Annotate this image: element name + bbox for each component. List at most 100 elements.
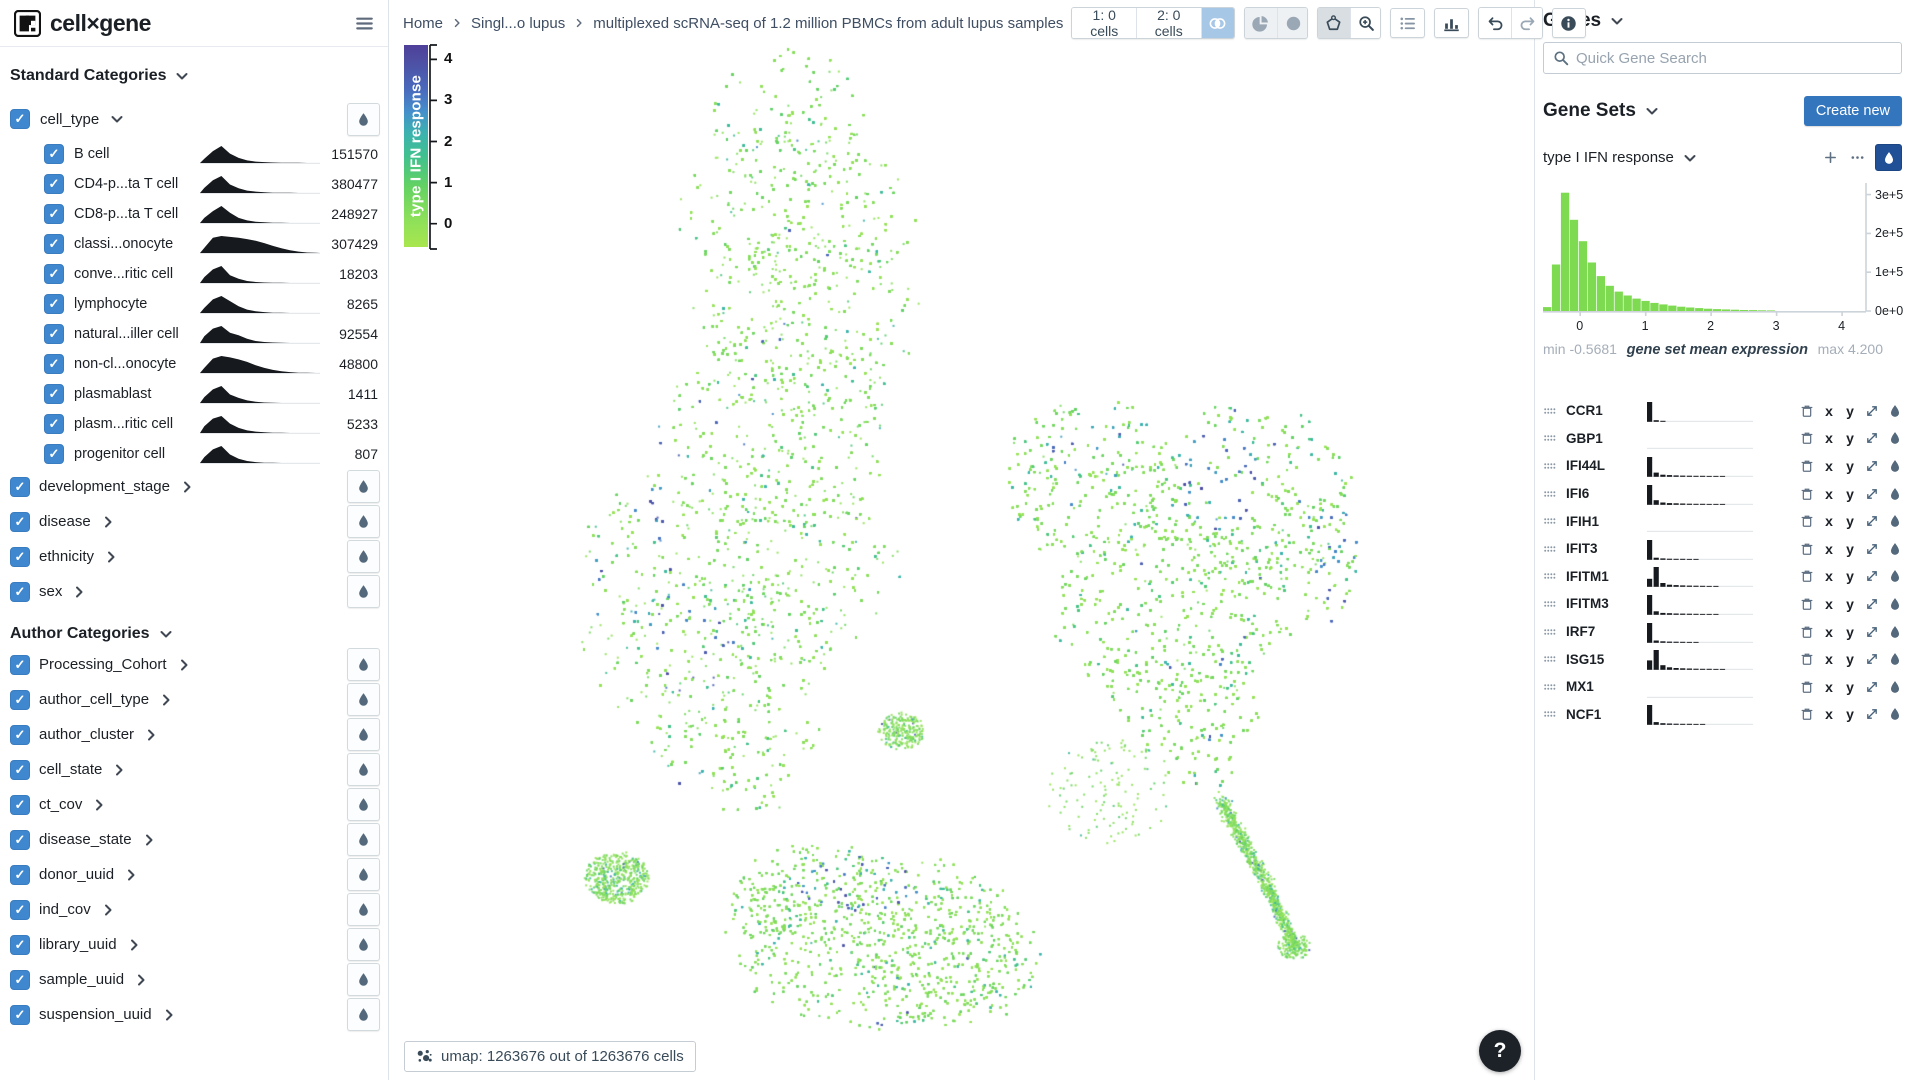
delete-gene-icon[interactable]	[1800, 459, 1814, 473]
colorby-gene-icon[interactable]	[1888, 404, 1902, 418]
expand-gene-icon[interactable]	[1865, 680, 1879, 694]
plot-x-button[interactable]: x	[1823, 430, 1835, 446]
colorby-category-button[interactable]	[347, 998, 380, 1031]
cell-type-checkbox[interactable]	[10, 109, 30, 129]
plot-x-button[interactable]: x	[1823, 568, 1835, 584]
delete-gene-icon[interactable]	[1800, 404, 1814, 418]
checkbox[interactable]	[44, 354, 64, 374]
colorby-gene-icon[interactable]	[1888, 597, 1902, 611]
colorby-category-button[interactable]	[347, 753, 380, 786]
colorby-cell-type-button[interactable]	[347, 103, 380, 136]
create-geneset-button[interactable]: Create new	[1804, 96, 1902, 126]
expand-gene-icon[interactable]	[1865, 625, 1879, 639]
checkbox[interactable]	[10, 582, 30, 602]
cell-type-value-label[interactable]: plasm...ritic cell	[74, 416, 190, 432]
chevron-right-icon[interactable]	[176, 657, 192, 673]
checkbox[interactable]	[10, 830, 30, 850]
checkbox[interactable]	[10, 725, 30, 745]
chevron-right-icon[interactable]	[179, 479, 195, 495]
plot-y-button[interactable]: y	[1844, 679, 1856, 695]
drag-handle-icon[interactable]	[1543, 625, 1557, 639]
delete-gene-icon[interactable]	[1800, 652, 1814, 666]
checkbox[interactable]	[10, 865, 30, 885]
checkbox[interactable]	[10, 477, 30, 497]
chevron-right-icon[interactable]	[71, 584, 87, 600]
delete-gene-icon[interactable]	[1800, 569, 1814, 583]
plot-x-button[interactable]: x	[1823, 596, 1835, 612]
selection-2-button[interactable]: 2: 0 cells	[1136, 8, 1201, 38]
category-label[interactable]: suspension_uuid	[39, 1006, 152, 1023]
geneset-name[interactable]: type I IFN response	[1543, 149, 1674, 166]
chevron-right-icon[interactable]	[126, 937, 142, 953]
plot-x-button[interactable]: x	[1823, 486, 1835, 502]
checkbox[interactable]	[44, 264, 64, 284]
checkbox[interactable]	[10, 760, 30, 780]
gene-name[interactable]: NCF1	[1566, 707, 1638, 722]
chart-options-button[interactable]	[1434, 8, 1469, 38]
checkbox[interactable]	[44, 144, 64, 164]
drag-handle-icon[interactable]	[1543, 652, 1557, 666]
drag-handle-icon[interactable]	[1543, 597, 1557, 611]
plot-x-button[interactable]: x	[1823, 541, 1835, 557]
plot-x-button[interactable]: x	[1823, 679, 1835, 695]
expand-gene-icon[interactable]	[1865, 569, 1879, 583]
drag-handle-icon[interactable]	[1543, 680, 1557, 694]
gene-search-input[interactable]	[1576, 50, 1892, 67]
cell-type-value-label[interactable]: non-cl...onocyte	[74, 356, 190, 372]
expand-gene-icon[interactable]	[1865, 542, 1879, 556]
drag-handle-icon[interactable]	[1543, 542, 1557, 556]
add-gene-to-set-button[interactable]	[1821, 148, 1840, 167]
colorby-gene-icon[interactable]	[1888, 625, 1902, 639]
gene-name[interactable]: MX1	[1566, 679, 1638, 694]
delete-gene-icon[interactable]	[1800, 597, 1814, 611]
plot-y-button[interactable]: y	[1844, 458, 1856, 474]
category-label[interactable]: ind_cov	[39, 901, 91, 918]
delete-gene-icon[interactable]	[1800, 431, 1814, 445]
chevron-right-icon[interactable]	[143, 727, 159, 743]
checkbox[interactable]	[10, 900, 30, 920]
expand-gene-icon[interactable]	[1865, 514, 1879, 528]
chevron-right-icon[interactable]	[161, 1007, 177, 1023]
chevron-right-icon[interactable]	[123, 867, 139, 883]
colorby-gene-icon[interactable]	[1888, 431, 1902, 445]
category-label[interactable]: donor_uuid	[39, 866, 114, 883]
cell-type-value-label[interactable]: natural...iller cell	[74, 326, 190, 342]
cell-type-value-label[interactable]: CD8-p...ta T cell	[74, 206, 190, 222]
gene-name[interactable]: IFI44L	[1566, 458, 1638, 473]
show-labels-button[interactable]	[1390, 8, 1425, 38]
plot-x-button[interactable]: x	[1823, 624, 1835, 640]
gene-name[interactable]: IFIT3	[1566, 541, 1638, 556]
hamburger-menu-button[interactable]	[355, 14, 374, 33]
colorby-gene-icon[interactable]	[1888, 542, 1902, 556]
colorby-category-button[interactable]	[347, 718, 380, 751]
help-button[interactable]: ?	[1479, 1030, 1521, 1072]
category-label[interactable]: Processing_Cohort	[39, 656, 167, 673]
plot-y-button[interactable]: y	[1844, 568, 1856, 584]
category-label[interactable]: cell_state	[39, 761, 102, 778]
standard-categories-header[interactable]: Standard Categories	[10, 67, 380, 85]
checkbox[interactable]	[44, 294, 64, 314]
checkbox[interactable]	[44, 324, 64, 344]
cell-type-value-label[interactable]: lymphocyte	[74, 296, 190, 312]
chevron-right-icon[interactable]	[103, 549, 119, 565]
plot-x-button[interactable]: x	[1823, 458, 1835, 474]
cell-type-value-label[interactable]: classi...onocyte	[74, 236, 190, 252]
gene-name[interactable]: IFITM3	[1566, 596, 1638, 611]
checkbox[interactable]	[44, 234, 64, 254]
umap-plot[interactable]	[389, 0, 1534, 1080]
expand-gene-icon[interactable]	[1865, 707, 1879, 721]
category-label[interactable]: sex	[39, 583, 62, 600]
lasso-select-button[interactable]	[1318, 8, 1350, 38]
zoom-pan-button[interactable]	[1350, 8, 1381, 38]
undo-button[interactable]	[1479, 8, 1511, 38]
checkbox[interactable]	[44, 414, 64, 434]
colorby-category-button[interactable]	[347, 893, 380, 926]
geneset-histogram-plot[interactable]	[1543, 183, 1873, 317]
category-label[interactable]: ct_cov	[39, 796, 82, 813]
genes-header[interactable]: Genes	[1543, 10, 1902, 32]
category-label[interactable]: ethnicity	[39, 548, 94, 565]
drag-handle-icon[interactable]	[1543, 514, 1557, 528]
category-label[interactable]: author_cell_type	[39, 691, 149, 708]
checkbox[interactable]	[10, 970, 30, 990]
cell-type-category-label[interactable]: cell_type	[40, 111, 99, 128]
